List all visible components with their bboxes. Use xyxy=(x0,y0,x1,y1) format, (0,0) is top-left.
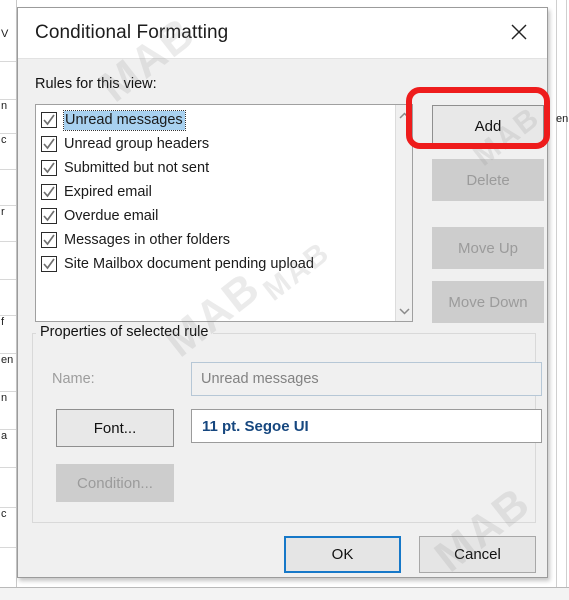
background-text-fragment: en xyxy=(556,113,569,125)
rule-checkbox[interactable] xyxy=(41,136,57,152)
list-item[interactable]: Messages in other folders xyxy=(39,228,395,252)
dialog-title: Conditional Formatting xyxy=(35,22,229,43)
move-up-button[interactable]: Move Up xyxy=(432,227,544,269)
cancel-button-label: Cancel xyxy=(454,546,501,563)
list-item[interactable]: Unread messages xyxy=(39,108,395,132)
rule-checkbox[interactable] xyxy=(41,184,57,200)
background-row: c xyxy=(0,508,16,548)
move-up-button-label: Move Up xyxy=(457,239,519,257)
conditional-formatting-dialog: Conditional Formatting Rules for this vi… xyxy=(17,7,548,578)
background-row: n xyxy=(0,100,16,134)
list-item-label: Submitted but not sent xyxy=(64,160,210,176)
properties-group-title: Properties of selected rule xyxy=(36,324,214,340)
condition-button[interactable]: Condition... xyxy=(56,464,174,502)
font-button-label: Font... xyxy=(93,419,137,437)
rules-listbox[interactable]: Unread messages Unread group headers Sub… xyxy=(35,104,413,322)
background-divider xyxy=(556,0,557,600)
ok-button-label: OK xyxy=(331,546,354,563)
name-input[interactable]: Unread messages xyxy=(191,362,542,396)
list-item[interactable]: Expired email xyxy=(39,180,395,204)
background-row xyxy=(0,280,16,316)
background-row xyxy=(0,242,16,280)
font-button[interactable]: Font... xyxy=(56,409,174,447)
list-item[interactable]: Overdue email xyxy=(39,204,395,228)
rule-checkbox[interactable] xyxy=(41,112,57,128)
background-row xyxy=(0,468,16,508)
list-item[interactable]: Unread group headers xyxy=(39,132,395,156)
delete-button-label: Delete xyxy=(466,171,510,189)
background-divider xyxy=(566,0,567,600)
list-item-label: Overdue email xyxy=(64,208,159,224)
listbox-scrollbar[interactable] xyxy=(395,105,412,321)
condition-button-label: Condition... xyxy=(77,474,153,492)
move-down-button[interactable]: Move Down xyxy=(432,281,544,323)
background-row: a xyxy=(0,430,16,468)
background-row: V xyxy=(0,28,16,62)
background-row xyxy=(0,62,16,100)
rule-checkbox[interactable] xyxy=(41,256,57,272)
list-item[interactable]: Submitted but not sent xyxy=(39,156,395,180)
background-row xyxy=(0,170,16,206)
list-item[interactable]: Site Mailbox document pending upload xyxy=(39,252,395,276)
background-row: en xyxy=(0,354,16,392)
background-row: c xyxy=(0,134,16,170)
font-preview: 11 pt. Segoe UI xyxy=(191,409,542,443)
chevron-up-icon[interactable] xyxy=(396,107,412,124)
chevron-down-icon[interactable] xyxy=(396,302,412,319)
dialog-title-bar: Conditional Formatting xyxy=(18,8,547,59)
rules-for-this-view-label: Rules for this view: xyxy=(35,76,157,92)
list-item-label: Unread messages xyxy=(63,109,186,131)
rule-checkbox[interactable] xyxy=(41,232,57,248)
add-button-label: Add xyxy=(474,117,502,135)
name-label: Name: xyxy=(52,371,95,387)
background-row: n xyxy=(0,392,16,430)
add-button[interactable]: Add xyxy=(432,105,544,147)
close-icon[interactable] xyxy=(497,13,541,51)
list-item-label: Expired email xyxy=(64,184,152,200)
rule-checkbox[interactable] xyxy=(41,160,57,176)
rule-checkbox[interactable] xyxy=(41,208,57,224)
background-row: r xyxy=(0,206,16,242)
ok-button[interactable]: OK xyxy=(284,536,401,573)
rules-list: Unread messages Unread group headers Sub… xyxy=(36,105,395,276)
cancel-button[interactable]: Cancel xyxy=(419,536,536,573)
background-row xyxy=(0,548,16,588)
background-status-bar xyxy=(0,587,569,600)
move-down-button-label: Move Down xyxy=(448,293,528,311)
background-row: f xyxy=(0,316,16,354)
delete-button[interactable]: Delete xyxy=(432,159,544,201)
list-item-label: Unread group headers xyxy=(64,136,210,152)
list-item-label: Site Mailbox document pending upload xyxy=(64,256,314,272)
list-item-label: Messages in other folders xyxy=(64,232,231,248)
